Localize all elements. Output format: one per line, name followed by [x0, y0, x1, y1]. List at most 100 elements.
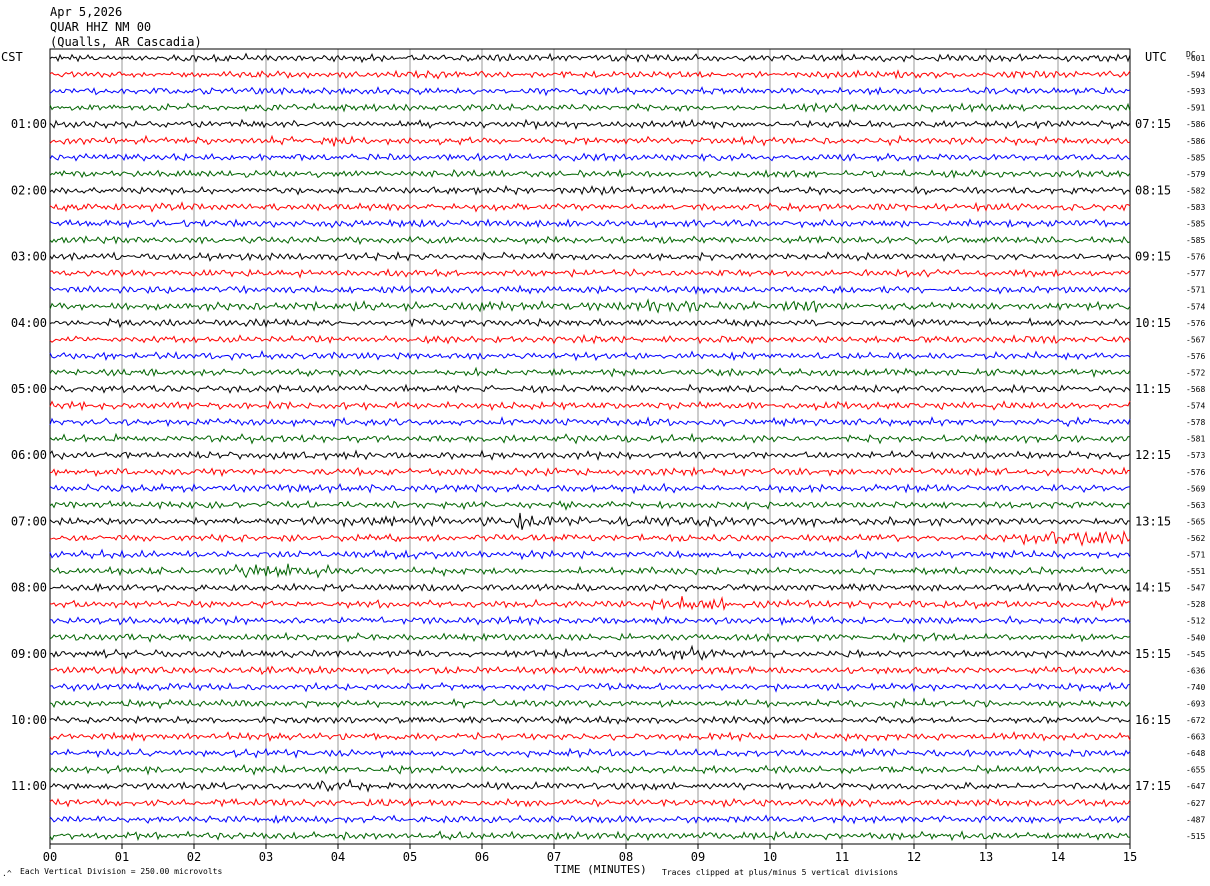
left-timezone-label: CST: [1, 50, 23, 64]
dc-offset-label: -576: [1186, 468, 1205, 477]
left-time-label: 06:00: [11, 448, 47, 462]
dc-offset-label: -586: [1186, 137, 1205, 146]
seismic-traces: [49, 52, 1131, 842]
trace-row-33: [49, 596, 1131, 612]
dc-offset-label: -547: [1186, 584, 1205, 593]
x-tick-label: 12: [907, 850, 921, 864]
trace-row-40: [49, 715, 1131, 726]
dc-offset-label: -636: [1186, 666, 1205, 675]
trace-row-14: [49, 284, 1131, 295]
x-tick-label: 13: [979, 850, 993, 864]
dc-offset-label: -576: [1186, 352, 1205, 361]
location-label: (Qualls, AR Cascadia): [50, 35, 202, 49]
x-tick-label: 15: [1123, 850, 1137, 864]
trace-row-36: [49, 644, 1131, 661]
left-time-labels: 01:00 02:00 03:00 04:00 05:00 06:00 07:00 08:00…: [11, 117, 47, 793]
trace-row-31: [49, 563, 1131, 579]
dc-offset-label: -586: [1186, 120, 1205, 129]
dc-offset-label: -572: [1186, 368, 1205, 377]
right-time-label: 07:15: [1135, 117, 1171, 131]
trace-row-7: [49, 168, 1131, 179]
trace-row-13: [49, 268, 1131, 279]
right-time-label: 08:15: [1135, 183, 1171, 197]
left-time-label: 03:00: [11, 250, 47, 264]
trace-row-21: [49, 400, 1131, 412]
right-time-label: 11:15: [1135, 382, 1171, 396]
trace-row-16: [49, 317, 1131, 329]
trace-row-9: [49, 201, 1131, 213]
helicorder-plot: Apr 5,2026 QUAR HHZ NM 00 (Qualls, AR Ca…: [1, 5, 1205, 878]
x-tick-label: 09: [691, 850, 705, 864]
trace-row-47: [49, 830, 1131, 842]
dc-offset-label: -576: [1186, 253, 1205, 262]
trace-row-26: [49, 482, 1131, 495]
clip-note: Traces clipped at plus/minus 5 vertical …: [662, 868, 898, 877]
right-time-label: 16:15: [1135, 713, 1171, 727]
right-timezone-label: UTC: [1145, 50, 1167, 64]
trace-row-34: [49, 615, 1131, 627]
dc-offset-label: -565: [1186, 517, 1205, 526]
left-time-label: 10:00: [11, 713, 47, 727]
right-time-label: 10:15: [1135, 316, 1171, 330]
right-time-label: 09:15: [1135, 250, 1171, 264]
date-label: Apr 5,2026: [50, 5, 122, 19]
dc-offset-label: -578: [1186, 418, 1205, 427]
right-time-label: 15:15: [1135, 647, 1171, 661]
x-tick-label: 07: [547, 850, 561, 864]
dc-offset-label: -663: [1186, 733, 1205, 742]
dc-offset-label: -540: [1186, 633, 1205, 642]
dc-offset-label: -571: [1186, 551, 1205, 560]
right-time-label: 13:15: [1135, 514, 1171, 528]
dc-offset-label: -601: [1186, 54, 1205, 63]
trace-row-2: [49, 86, 1131, 97]
trace-row-17: [49, 333, 1131, 345]
trace-row-23: [49, 432, 1131, 445]
trace-row-25: [49, 466, 1131, 478]
trace-row-43: [49, 764, 1131, 776]
x-tick-label: 01: [115, 850, 129, 864]
dc-offset-label: -655: [1186, 766, 1205, 775]
left-time-label: 02:00: [11, 183, 47, 197]
left-time-label: 07:00: [11, 514, 47, 528]
station-label: QUAR HHZ NM 00: [50, 20, 151, 34]
trace-row-18: [49, 349, 1131, 362]
dc-offset-labels: -601 -594 -593 -591 -586 -586 -585 -579 -582 -583…: [1186, 54, 1205, 841]
dc-offset-label: -585: [1186, 153, 1205, 162]
dc-offset-label: -648: [1186, 749, 1205, 758]
left-time-label: 11:00: [11, 779, 47, 793]
dc-offset-label: -563: [1186, 501, 1205, 510]
trace-row-45: [49, 797, 1131, 809]
x-tick-label: 06: [475, 850, 489, 864]
trace-row-44: [49, 778, 1131, 793]
trace-row-29: [49, 529, 1131, 547]
left-time-label: 01:00: [11, 117, 47, 131]
footer-marker: .^: [2, 869, 12, 878]
trace-row-4: [49, 118, 1131, 131]
minute-gridlines: [121, 49, 1059, 844]
dc-offset-label: -515: [1186, 832, 1205, 841]
plot-frame: [49, 48, 1131, 845]
dc-offset-label: -512: [1186, 617, 1205, 626]
trace-row-12: [49, 250, 1131, 262]
x-axis-label: TIME (MINUTES): [554, 863, 647, 876]
trace-row-22: [49, 416, 1131, 428]
right-time-label: 12:15: [1135, 448, 1171, 462]
trace-row-5: [49, 134, 1131, 147]
dc-offset-label: -571: [1186, 286, 1205, 295]
trace-row-3: [49, 102, 1131, 114]
x-axis-ticks: 00 01 02 03 04 05 06 07 08 09 10 11 12 13 14 15: [43, 844, 1137, 864]
dc-offset-label: -594: [1186, 71, 1205, 80]
dc-offset-label: -579: [1186, 170, 1205, 179]
dc-offset-label: -585: [1186, 220, 1205, 229]
dc-offset-label: -740: [1186, 683, 1205, 692]
left-time-label: 05:00: [11, 382, 47, 396]
scale-note: Each Vertical Division = 250.00 microvol…: [20, 867, 222, 876]
left-time-label: 08:00: [11, 581, 47, 595]
x-tick-label: 02: [187, 850, 201, 864]
trace-row-24: [49, 449, 1131, 461]
x-tick-label: 04: [331, 850, 345, 864]
dc-offset-label: -672: [1186, 716, 1205, 725]
dc-offset-label: -569: [1186, 484, 1205, 493]
trace-row-38: [49, 681, 1131, 693]
trace-row-0: [49, 52, 1131, 64]
